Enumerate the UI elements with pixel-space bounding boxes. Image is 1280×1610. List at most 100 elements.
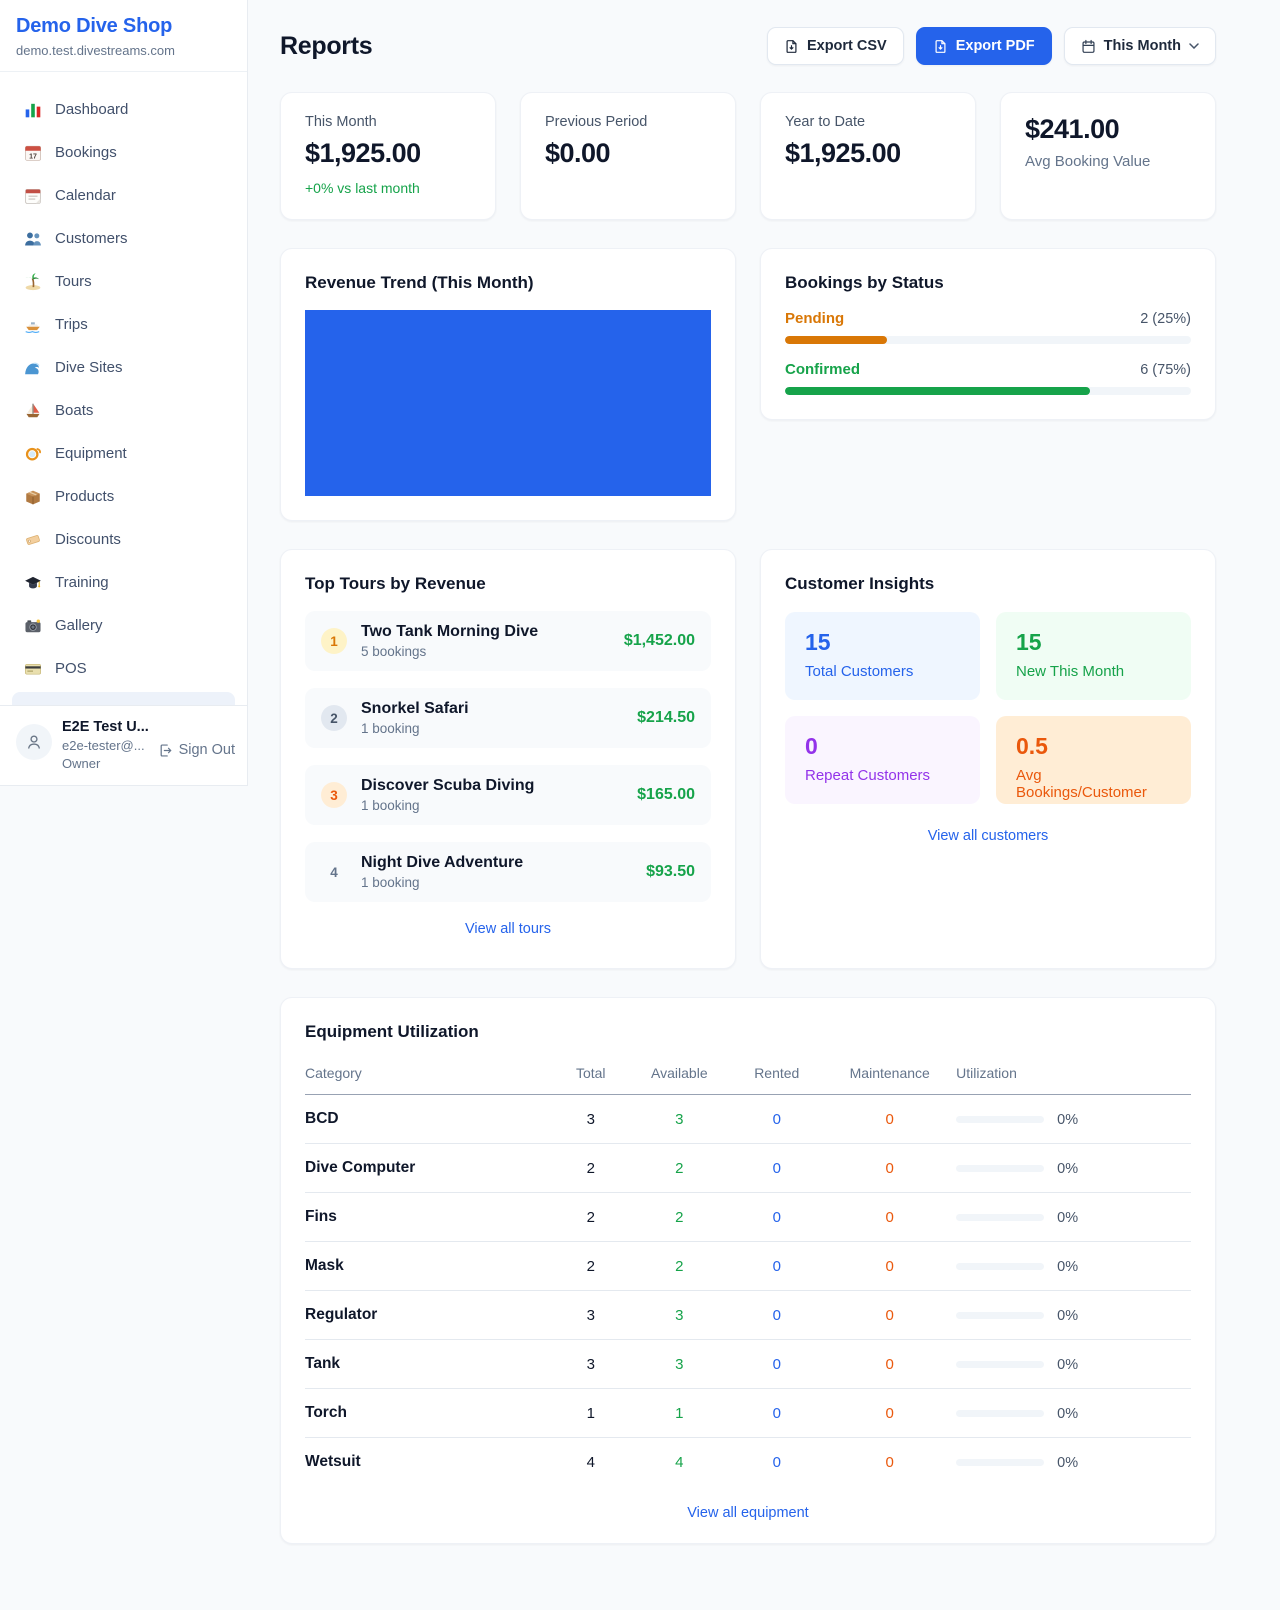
cell-total: 2 [553, 1144, 628, 1193]
header-actions: Export CSV Export PDF This Month [767, 27, 1216, 65]
revenue-trend-panel: Revenue Trend (This Month) [280, 248, 736, 521]
list-item[interactable]: 1 Two Tank Morning Dive 5 bookings $1,45… [305, 611, 711, 671]
tour-bookings: 1 booking [361, 875, 523, 890]
rank-badge: 1 [321, 628, 347, 654]
tile-label: New This Month [1016, 663, 1171, 680]
sidebar-item-dashboard[interactable]: Dashboard [12, 88, 235, 131]
main-content: Reports Export CSV Export PDF This Month [248, 0, 1280, 1544]
cell-total: 3 [553, 1095, 628, 1144]
status-row-pending: Pending 2 (25%) [785, 310, 1191, 344]
sidebar-item-dive-sites[interactable]: Dive Sites [12, 346, 235, 389]
cell-category: Mask [305, 1242, 553, 1291]
sidebar-item-boats[interactable]: Boats [12, 389, 235, 432]
view-all-tours-link[interactable]: View all tours [305, 921, 711, 937]
table-row: Tank 3 3 0 0 0% [305, 1340, 1191, 1389]
stat-card-previous-period: Previous Period $0.00 [520, 92, 736, 220]
cell-total: 3 [553, 1291, 628, 1340]
tours-icon [24, 273, 42, 291]
sidebar-active-item-partial[interactable] [12, 692, 235, 705]
cell-maintenance: 0 [823, 1242, 956, 1291]
page-header: Reports Export CSV Export PDF This Month [280, 27, 1216, 65]
utilization-bar [956, 1165, 1044, 1172]
sidebar-item-products[interactable]: Products [12, 475, 235, 518]
tour-amount: $1,452.00 [624, 632, 695, 650]
sign-out-button[interactable]: Sign Out [158, 742, 235, 758]
dashboard-icon [24, 101, 42, 119]
cell-total: 2 [553, 1242, 628, 1291]
sidebar-item-label: Discounts [55, 531, 121, 548]
cell-rented: 0 [730, 1340, 823, 1389]
page-title: Reports [280, 32, 372, 61]
tour-name: Night Dive Adventure [361, 854, 523, 872]
sidebar-item-discounts[interactable]: Discounts [12, 518, 235, 561]
sidebar-item-label: Trips [55, 316, 88, 333]
table-row: Regulator 3 3 0 0 0% [305, 1291, 1191, 1340]
column-header-available: Available [628, 1055, 730, 1095]
bookings-by-status-panel: Bookings by Status Pending 2 (25%) Confi… [760, 248, 1216, 420]
export-pdf-button[interactable]: Export PDF [916, 27, 1052, 65]
cell-available: 4 [628, 1438, 730, 1487]
stat-value: $241.00 [1025, 114, 1191, 145]
status-row-confirmed: Confirmed 6 (75%) [785, 361, 1191, 395]
boats-icon [24, 402, 42, 420]
cell-maintenance: 0 [823, 1438, 956, 1487]
user-footer: E2E Test U... e2e-tester@... Owner Sign … [0, 705, 247, 785]
equipment-table: Category Total Available Rented Maintena… [305, 1055, 1191, 1486]
utilization-bar [956, 1116, 1044, 1123]
sidebar-item-pos[interactable]: POS [12, 647, 235, 690]
sidebar-item-equipment[interactable]: Equipment [12, 432, 235, 475]
sidebar-item-label: Tours [55, 273, 92, 290]
list-item[interactable]: 4 Night Dive Adventure 1 booking $93.50 [305, 842, 711, 902]
sidebar-item-calendar[interactable]: Calendar [12, 174, 235, 217]
table-row: Fins 2 2 0 0 0% [305, 1193, 1191, 1242]
tour-amount: $93.50 [646, 863, 695, 881]
sidebar-item-trips[interactable]: Trips [12, 303, 235, 346]
sidebar-item-label: Customers [55, 230, 128, 247]
export-csv-button[interactable]: Export CSV [767, 27, 904, 65]
tile-total-customers: 15 Total Customers [785, 612, 980, 700]
user-role: Owner [62, 756, 149, 771]
pos-icon [24, 660, 42, 678]
status-label: Pending [785, 310, 844, 327]
sidebar-item-customers[interactable]: Customers [12, 217, 235, 260]
tile-label: Total Customers [805, 663, 960, 680]
tour-bookings: 1 booking [361, 721, 469, 736]
cell-rented: 0 [730, 1144, 823, 1193]
cell-total: 3 [553, 1340, 628, 1389]
sidebar-item-tours[interactable]: Tours [12, 260, 235, 303]
cell-maintenance: 0 [823, 1291, 956, 1340]
trips-icon [24, 316, 42, 334]
cell-category: Fins [305, 1193, 553, 1242]
tour-name: Discover Scuba Diving [361, 777, 534, 795]
user-name: E2E Test U... [62, 719, 149, 735]
period-dropdown[interactable]: This Month [1064, 27, 1216, 65]
column-header-maintenance: Maintenance [823, 1055, 956, 1095]
sidebar-item-bookings[interactable]: 17 Bookings [12, 131, 235, 174]
list-item[interactable]: 2 Snorkel Safari 1 booking $214.50 [305, 688, 711, 748]
cell-available: 1 [628, 1389, 730, 1438]
view-all-equipment-link[interactable]: View all equipment [305, 1505, 1191, 1521]
table-row: Mask 2 2 0 0 0% [305, 1242, 1191, 1291]
view-all-customers-link[interactable]: View all customers [785, 828, 1191, 844]
list-item[interactable]: 3 Discover Scuba Diving 1 booking $165.0… [305, 765, 711, 825]
utilization-percent: 0% [1057, 1112, 1078, 1128]
utilization-bar [956, 1263, 1044, 1270]
cell-rented: 0 [730, 1242, 823, 1291]
sidebar-item-gallery[interactable]: Gallery [12, 604, 235, 647]
cell-maintenance: 0 [823, 1340, 956, 1389]
svg-text:17: 17 [29, 153, 37, 160]
cell-total: 2 [553, 1193, 628, 1242]
sidebar-item-label: Equipment [55, 445, 127, 462]
avatar [16, 724, 52, 760]
bookings-by-status-title: Bookings by Status [785, 273, 1191, 293]
status-progress-track [785, 387, 1191, 395]
status-value: 2 (25%) [1140, 311, 1191, 327]
cell-category: Dive Computer [305, 1144, 553, 1193]
sidebar-item-training[interactable]: Training [12, 561, 235, 604]
cell-rented: 0 [730, 1389, 823, 1438]
utilization-percent: 0% [1057, 1161, 1078, 1177]
tile-value: 0.5 [1016, 733, 1171, 760]
cell-category: Torch [305, 1389, 553, 1438]
tile-avg-bookings: 0.5 Avg Bookings/Customer [996, 716, 1191, 804]
cell-total: 4 [553, 1438, 628, 1487]
